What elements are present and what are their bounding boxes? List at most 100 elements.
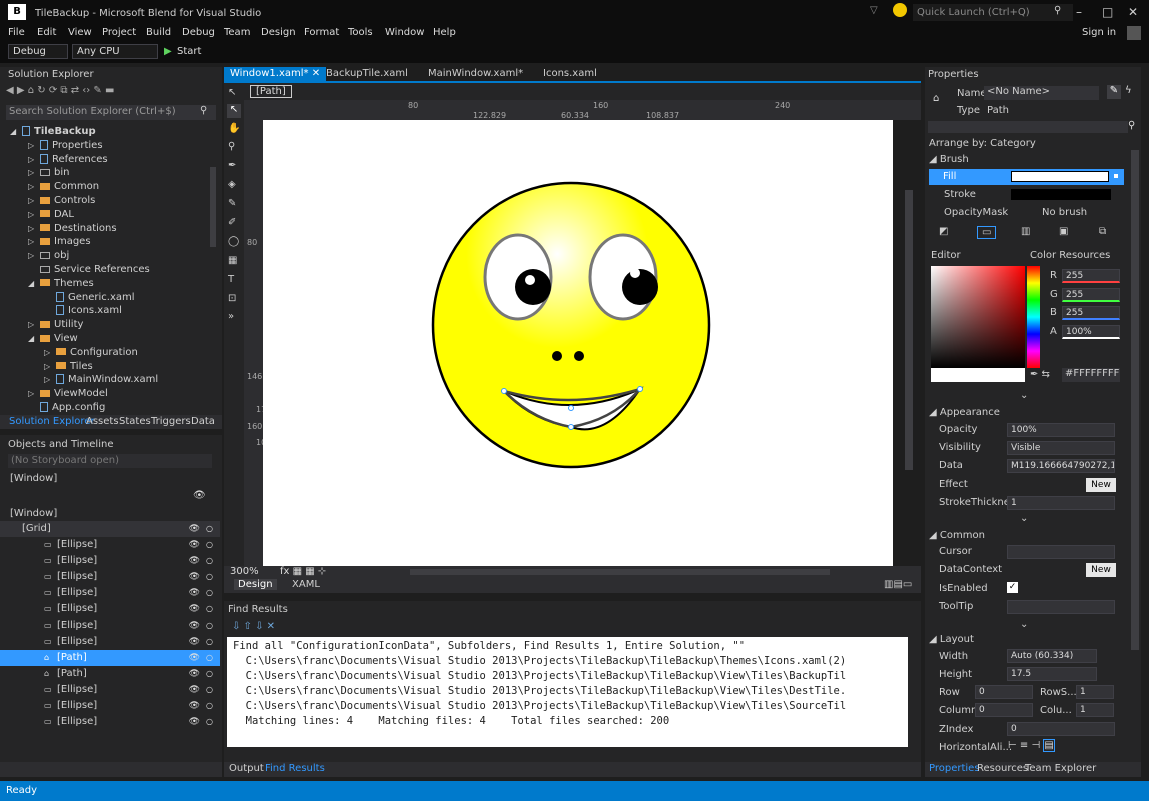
- menu-design[interactable]: Design: [261, 27, 296, 38]
- paint-bucket-tool-icon[interactable]: ◈: [228, 179, 236, 190]
- lock-dot-icon[interactable]: ○: [206, 698, 213, 714]
- appearance-value[interactable]: 100%: [1007, 423, 1115, 437]
- expand-arrow-icon[interactable]: ◢: [28, 332, 40, 346]
- tree-item[interactable]: ▷ Common: [28, 180, 99, 194]
- eye-icon[interactable]: 👁: [189, 618, 200, 634]
- tree-item[interactable]: ▷ Images: [28, 235, 91, 249]
- zoom-level[interactable]: 300%: [230, 566, 259, 577]
- eye-icon[interactable]: 👁: [189, 553, 200, 569]
- object-row[interactable]: ▭ [Ellipse] 👁 ○: [0, 585, 220, 601]
- eye-icon[interactable]: 👁: [189, 537, 200, 553]
- width-input[interactable]: Auto (60.334): [1007, 649, 1097, 663]
- close-button[interactable]: ✕: [1128, 5, 1138, 19]
- tree-item[interactable]: ◢ TileBackup: [10, 125, 96, 139]
- lightning-icon[interactable]: ϟ: [1125, 85, 1132, 96]
- eye-icon[interactable]: 👁: [193, 490, 206, 501]
- eyedropper-tool-icon[interactable]: ✒: [228, 160, 236, 171]
- direct-select-tool-icon[interactable]: ↖: [227, 104, 241, 118]
- expand-arrow-icon[interactable]: ▷: [28, 194, 40, 208]
- resource-brush-icon[interactable]: ⧉: [1099, 226, 1106, 237]
- menu-window[interactable]: Window: [385, 27, 424, 38]
- expand-arrow-icon[interactable]: ▷: [28, 166, 40, 180]
- tree-item[interactable]: ◢ View: [28, 332, 78, 346]
- selection-tool-icon[interactable]: ↖: [228, 87, 236, 98]
- tab-resources[interactable]: Resources: [977, 763, 1028, 774]
- lock-dot-icon[interactable]: ○: [206, 714, 213, 730]
- grid-tool-icon[interactable]: ▦: [228, 255, 237, 266]
- control-tool-icon[interactable]: ⊡: [228, 293, 236, 304]
- menu-view[interactable]: View: [68, 27, 92, 38]
- right-pupil[interactable]: [622, 269, 658, 305]
- appearance-value[interactable]: 1: [1007, 495, 1115, 510]
- tree-item[interactable]: ▷ obj: [28, 249, 69, 263]
- tab-window1[interactable]: Window1.xaml* ✕: [224, 67, 327, 81]
- path-handle[interactable]: [568, 405, 574, 411]
- gradient-brush-icon[interactable]: ▥: [1021, 226, 1030, 237]
- tree-item[interactable]: ▷ Controls: [28, 194, 95, 208]
- eye-icon[interactable]: 👁: [189, 521, 200, 537]
- object-row[interactable]: ▭ [Ellipse] 👁 ○: [0, 601, 220, 617]
- eye-icon[interactable]: 👁: [189, 569, 200, 585]
- tab-solution-explorer[interactable]: Solution Explorer: [9, 416, 95, 427]
- eye-icon[interactable]: 👁: [189, 585, 200, 601]
- horizontal-scrollbar[interactable]: [410, 569, 830, 575]
- menu-project[interactable]: Project: [102, 27, 136, 38]
- expand-arrow-icon[interactable]: ▷: [28, 153, 40, 167]
- tree-item[interactable]: ▷ MainWindow.xaml: [44, 373, 158, 387]
- solution-search-input[interactable]: Search Solution Explorer (Ctrl+$): [6, 105, 216, 120]
- eyedropper-icon[interactable]: ✒ ⇆: [1030, 369, 1050, 380]
- tree-item[interactable]: ▷ Properties: [28, 139, 103, 153]
- tab-assets[interactable]: Assets: [86, 416, 119, 427]
- fill-swatch[interactable]: [1011, 171, 1109, 182]
- tree-item[interactable]: ▷ Tiles: [44, 360, 93, 374]
- tree-item[interactable]: ▷ DAL: [28, 208, 74, 222]
- find-results-output[interactable]: Find all "ConfigurationIconData", Subfol…: [227, 637, 908, 747]
- object-row[interactable]: ▭ [Ellipse] 👁 ○: [0, 634, 220, 650]
- brush-tool-icon[interactable]: ✎: [228, 198, 236, 209]
- brush-section-header[interactable]: ◢ Brush: [929, 154, 969, 165]
- chevron-down-icon[interactable]: ⌄: [1020, 619, 1028, 630]
- tree-item[interactable]: ▷ Utility: [28, 318, 83, 332]
- rowspan-input[interactable]: 1: [1076, 685, 1114, 699]
- storyboard-select[interactable]: (No Storyboard open): [8, 454, 212, 468]
- datacontext-new-button[interactable]: New: [1086, 563, 1116, 578]
- tab-icons[interactable]: Icons.xaml: [537, 67, 603, 81]
- tree-item[interactable]: Generic.xaml: [44, 291, 135, 305]
- fx-icon[interactable]: fx ▦ ▦ ⊹: [280, 566, 326, 577]
- object-row[interactable]: ▭ [Ellipse] 👁 ○: [0, 569, 220, 585]
- expand-arrow-icon[interactable]: ▷: [44, 346, 56, 360]
- lock-dot-icon[interactable]: ○: [206, 553, 213, 569]
- lock-dot-icon[interactable]: ○: [206, 666, 213, 682]
- eye-icon[interactable]: 👁: [189, 666, 200, 682]
- object-row[interactable]: ▭ [Ellipse] 👁 ○: [0, 537, 220, 553]
- expand-arrow-icon[interactable]: ▷: [28, 387, 40, 401]
- color-picker-area[interactable]: [931, 266, 1025, 368]
- halign-buttons[interactable]: ⊢ ≡ ⊣ ▤: [1008, 739, 1084, 754]
- nostril-left[interactable]: [552, 351, 562, 361]
- expand-arrow-icon[interactable]: ▷: [28, 318, 40, 332]
- expand-arrow-icon[interactable]: ▷: [28, 139, 40, 153]
- tab-states[interactable]: States: [119, 416, 151, 427]
- lock-dot-icon[interactable]: ○: [206, 601, 213, 617]
- appearance-section-header[interactable]: ◢ Appearance: [929, 407, 1000, 418]
- expand-arrow-icon[interactable]: ▷: [44, 373, 56, 387]
- expand-arrow-icon[interactable]: ▷: [28, 249, 40, 263]
- maximize-button[interactable]: □: [1102, 5, 1113, 19]
- back-icon[interactable]: ◀ ▶ ⌂ ↻ ⟳ ⧉ ⇄ ‹› ✎ ▬: [6, 85, 114, 96]
- name-field[interactable]: <No Name>: [984, 86, 1099, 100]
- lock-dot-icon[interactable]: ○: [206, 618, 213, 634]
- object-row[interactable]: ▭ [Ellipse] 👁 ○: [0, 714, 220, 730]
- object-row[interactable]: ⌂ [Path] 👁 ○: [0, 649, 220, 666]
- expand-arrow-icon[interactable]: ◢: [10, 125, 22, 139]
- expand-tools-icon[interactable]: »: [228, 311, 234, 322]
- find-toolbar-icons[interactable]: ⇩ ⇧ ⇩ ✕: [232, 621, 275, 632]
- properties-scrollbar[interactable]: [1131, 150, 1139, 650]
- account-icon[interactable]: [1127, 26, 1141, 40]
- tree-item[interactable]: ◢ Themes: [28, 277, 94, 291]
- chevron-down-icon[interactable]: ⌄: [1020, 390, 1028, 401]
- common-section-header[interactable]: ◢ Common: [929, 530, 985, 541]
- lock-dot-icon[interactable]: ○: [206, 569, 213, 585]
- split-view-icon[interactable]: ▥▤▭: [884, 579, 912, 590]
- zoom-tool-icon[interactable]: ⚲: [228, 141, 235, 152]
- column-input[interactable]: 0: [975, 703, 1033, 717]
